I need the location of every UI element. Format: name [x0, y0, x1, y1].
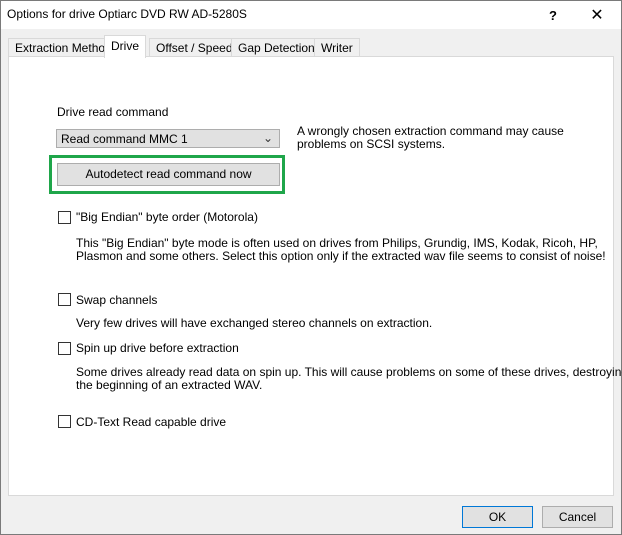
big-endian-label: "Big Endian" byte order (Motorola) [76, 210, 258, 224]
close-button[interactable]: ✕ [575, 1, 619, 29]
spin-up-desc-line2: the beginning of an extracted WAV. [76, 378, 263, 392]
swap-channels-desc: Very few drives will have exchanged ster… [76, 316, 433, 330]
drive-tab-panel [8, 56, 614, 496]
read-command-value: Read command MMC 1 [61, 132, 188, 146]
big-endian-desc-line2: Plasmon and some others. Select this opt… [76, 249, 606, 263]
read-command-hint-line2: problems on SCSI systems. [297, 137, 446, 151]
tab-gap-detection[interactable]: Gap Detection [231, 38, 322, 57]
ok-button[interactable]: OK [462, 506, 533, 528]
tab-offset-speed[interactable]: Offset / Speed [149, 38, 240, 57]
read-command-select[interactable]: Read command MMC 1 ⌄ [56, 129, 280, 148]
tab-writer[interactable]: Writer [314, 38, 360, 57]
autodetect-read-command-button[interactable]: Autodetect read command now [57, 163, 280, 186]
window-title: Options for drive Optiarc DVD RW AD-5280… [7, 7, 247, 21]
tab-extraction-method[interactable]: Extraction Method [8, 38, 119, 57]
spin-up-label: Spin up drive before extraction [76, 341, 239, 355]
read-command-label: Drive read command [57, 105, 169, 119]
swap-channels-checkbox[interactable] [58, 293, 71, 306]
chevron-down-icon: ⌄ [262, 131, 273, 145]
cd-text-label: CD-Text Read capable drive [76, 415, 227, 429]
help-button[interactable]: ? [531, 1, 575, 29]
tab-drive[interactable]: Drive [104, 35, 147, 58]
options-dialog: Options for drive Optiarc DVD RW AD-5280… [0, 0, 622, 535]
cancel-button[interactable]: Cancel [542, 506, 613, 528]
big-endian-checkbox[interactable] [58, 211, 71, 224]
swap-channels-label: Swap channels [76, 293, 158, 307]
cd-text-checkbox[interactable] [58, 415, 71, 428]
spin-up-checkbox[interactable] [58, 342, 71, 355]
title-bar: Options for drive Optiarc DVD RW AD-5280… [1, 1, 621, 29]
